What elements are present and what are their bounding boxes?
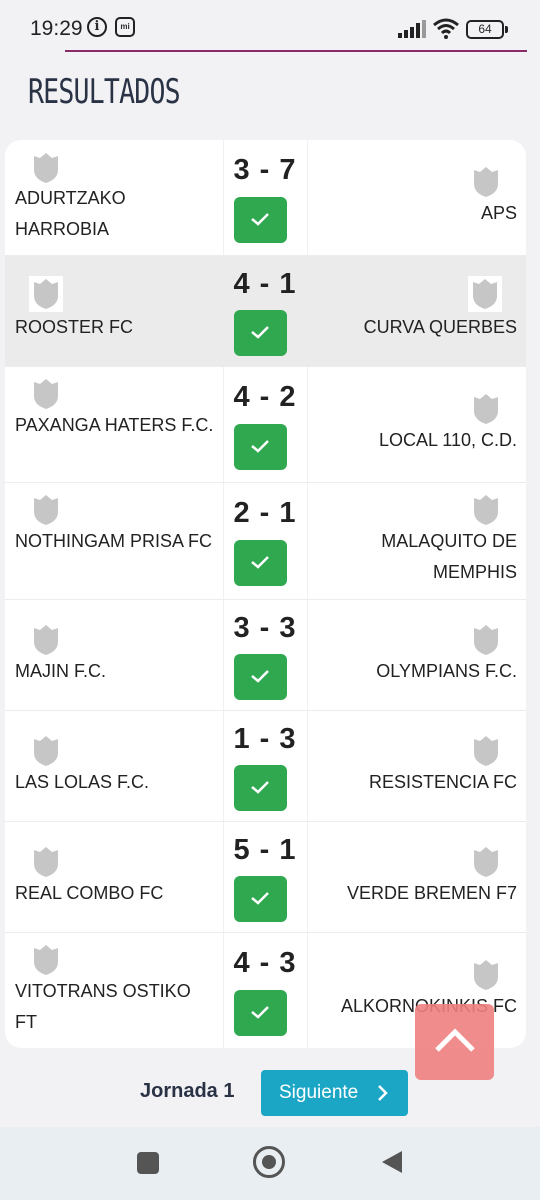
home-team-name: ROOSTER FC (15, 317, 134, 337)
check-icon (251, 440, 269, 453)
match-score: 3 - 3 (233, 612, 297, 644)
match-row[interactable]: PAXANGA HATERS F.C. 4 - 2 LOCAL 110, C.D… (5, 367, 526, 483)
away-team-name: MALAQUITO DE MEMPHIS (381, 531, 517, 582)
match-status-badge (234, 197, 287, 243)
check-icon (251, 326, 269, 339)
status-time: 19:29 (30, 17, 83, 40)
away-team-name: OLYMPIANS F.C. (376, 661, 517, 681)
wifi-icon (433, 18, 459, 39)
away-crest-shield-icon (474, 960, 498, 990)
round-label: Jornada 1 (140, 1080, 235, 1102)
next-button-label: Siguiente (279, 1082, 359, 1103)
home-crest (29, 276, 63, 312)
header-divider (65, 50, 527, 52)
check-icon (251, 213, 269, 226)
away-team-name: LOCAL 110, C.D. (378, 430, 517, 450)
away-crest-shield-icon (474, 736, 498, 766)
scroll-to-top-button[interactable] (415, 1004, 494, 1080)
away-team-name: APS (480, 203, 517, 223)
home-button[interactable] (253, 1146, 285, 1178)
mi-icon: mi (115, 17, 135, 37)
match-status-badge (234, 424, 287, 470)
chevron-up-icon (435, 1028, 475, 1052)
match-row[interactable]: MAJIN F.C. 3 - 3 OLYMPIANS F.C. (5, 600, 526, 711)
match-score: 2 - 1 (233, 497, 297, 529)
home-team-name: LAS LOLAS F.C. (15, 772, 150, 792)
match-score: 4 - 3 (233, 947, 297, 979)
home-team-name: PAXANGA HATERS F.C. (15, 415, 214, 435)
match-status-badge (234, 540, 287, 586)
home-crest-shield-icon (34, 279, 58, 309)
match-status-badge (234, 654, 287, 700)
match-row[interactable]: REAL COMBO FC 5 - 1 VERDE BREMEN F7 (5, 822, 526, 933)
match-status-badge (234, 990, 287, 1036)
away-team-name: RESISTENCIA FC (368, 772, 517, 792)
match-row[interactable]: LAS LOLAS F.C. 1 - 3 RESISTENCIA FC (5, 711, 526, 822)
home-crest-shield-icon (34, 495, 58, 525)
check-icon (251, 1006, 269, 1019)
away-crest-shield-icon (474, 394, 498, 424)
recent-apps-button[interactable] (137, 1152, 159, 1174)
check-icon (251, 556, 269, 569)
match-status-badge (234, 876, 287, 922)
battery-icon: 64 (466, 20, 508, 39)
match-score: 4 - 1 (233, 268, 297, 300)
home-crest-shield-icon (34, 847, 58, 877)
match-score: 3 - 7 (233, 154, 297, 186)
back-button[interactable] (380, 1149, 404, 1175)
home-crest-shield-icon (34, 379, 58, 409)
system-nav-bar (0, 1127, 540, 1200)
away-team-name: CURVA QUERBES (363, 317, 517, 337)
away-crest (468, 276, 502, 312)
home-crest-shield-icon (34, 625, 58, 655)
info-icon: i (87, 17, 107, 37)
away-crest-shield-icon (474, 167, 498, 197)
chevron-right-icon (378, 1085, 388, 1101)
away-crest-shield-icon (474, 847, 498, 877)
away-crest-shield-icon (474, 495, 498, 525)
match-row[interactable]: ROOSTER FC 4 - 1 CURVA QUERBES (5, 256, 526, 367)
signal-icon (398, 20, 426, 38)
status-bar: 19:29 i mi 64 (0, 0, 540, 52)
home-crest-shield-icon (34, 945, 58, 975)
home-team-name: VITOTRANS OSTIKO FT (15, 981, 191, 1032)
next-round-button[interactable]: Siguiente (261, 1070, 408, 1116)
away-team-name: VERDE BREMEN F7 (346, 883, 517, 903)
home-team-name: REAL COMBO FC (15, 883, 164, 903)
match-row[interactable]: NOTHINGAM PRISA FC 2 - 1 MALAQUITO DE ME… (5, 483, 526, 600)
match-status-badge (234, 310, 287, 356)
page-title: RESULTADOS (28, 72, 181, 112)
results-list: ADURTZAKO HARROBIA 3 - 7 APS ROOSTER FC … (5, 140, 526, 1048)
home-team-name: NOTHINGAM PRISA FC (15, 531, 213, 551)
away-crest-shield-icon (473, 279, 497, 309)
check-icon (251, 781, 269, 794)
away-crest-shield-icon (474, 625, 498, 655)
match-status-badge (234, 765, 287, 811)
home-team-name: ADURTZAKO HARROBIA (15, 188, 126, 239)
match-score: 4 - 2 (233, 381, 297, 413)
check-icon (251, 670, 269, 683)
match-row[interactable]: ADURTZAKO HARROBIA 3 - 7 APS (5, 140, 526, 256)
home-crest-shield-icon (34, 153, 58, 183)
check-icon (251, 892, 269, 905)
home-team-name: MAJIN F.C. (15, 661, 107, 681)
home-crest-shield-icon (34, 736, 58, 766)
match-score: 5 - 1 (233, 834, 297, 866)
match-score: 1 - 3 (233, 723, 297, 755)
